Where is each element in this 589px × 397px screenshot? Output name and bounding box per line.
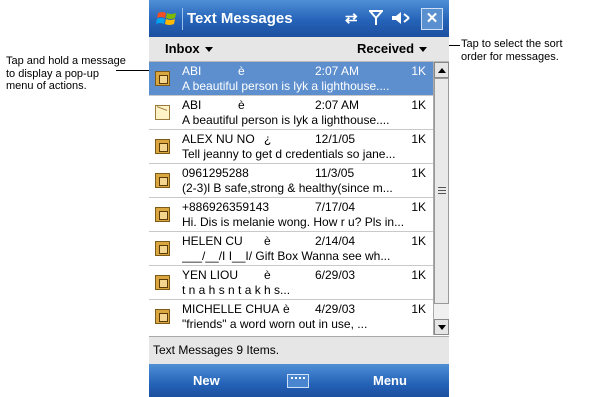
- message-time: 2/14/04: [315, 234, 356, 248]
- message-row[interactable]: HELEN CU è 2/14/04 1K ___/__/I I__I/ Gift B…: [149, 232, 433, 266]
- message-size: 1K: [411, 200, 426, 214]
- sender-name: +886926359143: [182, 200, 270, 214]
- menu-bar: Inbox Received: [149, 37, 449, 62]
- message-time: 4/29/03: [315, 302, 356, 316]
- message-row[interactable]: ALEX NU NO ¿ 12/1/05 1K Tell jeanny to get …: [149, 130, 433, 164]
- message-preview: ___/__/I I__I/ Gift Box Wanna see wh...: [182, 249, 391, 263]
- message-time: 12/1/05: [315, 132, 356, 146]
- sender-name: MICHELLE CHUA: [182, 302, 280, 316]
- grip-line: [438, 190, 446, 191]
- message-preview: (2-3)l B safe,strong & healthy(since m..…: [182, 181, 393, 195]
- sender-mark: è: [264, 234, 271, 248]
- new-button[interactable]: New: [193, 373, 220, 388]
- callout-tap-hold: Tap and hold a message to display a pop-…: [6, 55, 126, 92]
- scroll-up-button[interactable]: [434, 62, 449, 78]
- scroll-down-button[interactable]: [434, 319, 449, 335]
- grip-line: [438, 187, 446, 188]
- message-size: 1K: [411, 268, 426, 282]
- vertical-scrollbar[interactable]: [433, 62, 449, 335]
- sender-mark: ¿: [264, 132, 272, 146]
- message-size: 1K: [411, 64, 426, 78]
- message-time: 2:07 AM: [315, 64, 360, 78]
- message-preview: Hi. Dis is melanie wong. How r u? Pls in…: [182, 215, 405, 229]
- device-screen: Text Messages ⇄ ✕ Inbox Received ABI è 2:0…: [149, 0, 449, 397]
- sender-mark: è: [283, 302, 290, 316]
- envelope-open-icon: [155, 105, 170, 120]
- sms-icon: [155, 207, 170, 222]
- folder-dropdown[interactable]: Inbox: [165, 41, 213, 56]
- message-size: 1K: [411, 302, 426, 316]
- sender-name: 0961295288: [182, 166, 249, 180]
- signal-icon[interactable]: [369, 10, 383, 26]
- sms-icon: [155, 241, 170, 256]
- sender-mark: è: [238, 98, 245, 112]
- sender-name: ABI: [182, 98, 202, 112]
- folder-label: Inbox: [165, 41, 200, 56]
- grip-line: [438, 193, 446, 194]
- message-row[interactable]: 0961295288 11/3/05 1K (2-3)l B safe,strong…: [149, 164, 433, 198]
- sms-icon: [155, 71, 170, 86]
- sender-mark: è: [238, 64, 245, 78]
- callout-sort-order: Tap to select the sort order for message…: [461, 38, 563, 63]
- sender-name: YEN LIOU: [182, 268, 239, 282]
- close-icon: ✕: [425, 10, 439, 27]
- message-time: 7/17/04: [315, 200, 356, 214]
- message-size: 1K: [411, 166, 426, 180]
- scroll-thumb[interactable]: [434, 78, 449, 304]
- message-row[interactable]: ABI è 2:07 AM 1K A beautiful person is lyk …: [149, 96, 433, 130]
- sms-icon: [155, 139, 170, 154]
- chevron-down-icon: [204, 47, 213, 53]
- message-preview: A beautiful person is lyk a lighthouse..…: [182, 79, 390, 93]
- message-row[interactable]: YEN LIOU è 6/29/03 1K t n a h s n t a k h s…: [149, 266, 433, 300]
- title-bar: Text Messages ⇄ ✕: [149, 0, 449, 37]
- arrow-down-icon: [438, 325, 446, 330]
- sender-name: HELEN CU: [182, 234, 243, 248]
- close-button[interactable]: ✕: [421, 8, 443, 30]
- message-size: 1K: [411, 234, 426, 248]
- softkey-bar: New Menu: [149, 364, 449, 397]
- sender-name: ALEX NU NO: [182, 132, 255, 146]
- message-list: ABI è 2:07 AM 1K A beautiful person is lyk …: [149, 62, 433, 335]
- sms-icon: [155, 309, 170, 324]
- keyboard-icon[interactable]: [287, 374, 309, 388]
- message-row[interactable]: +886926359143 7/17/04 1K Hi. Dis is melani…: [149, 198, 433, 232]
- message-size: 1K: [411, 132, 426, 146]
- sort-label: Received: [357, 41, 415, 56]
- message-preview: Tell jeanny to get d credentials so jane…: [182, 147, 396, 161]
- message-size: 1K: [411, 98, 426, 112]
- message-row[interactable]: MICHELLE CHUA è 4/29/03 1K "friends" a word…: [149, 300, 433, 334]
- message-time: 6/29/03: [315, 268, 356, 282]
- message-time: 2:07 AM: [315, 98, 360, 112]
- status-bar: Text Messages 9 Items.: [149, 336, 449, 364]
- sort-dropdown[interactable]: Received: [357, 41, 428, 56]
- message-time: 11/3/05: [315, 166, 355, 180]
- message-preview: t n a h s n t a k h s...: [182, 283, 291, 297]
- sync-icon[interactable]: ⇄: [345, 9, 358, 27]
- sender-mark: è: [264, 268, 271, 282]
- message-preview: "friends" a word worn out in use, ...: [182, 317, 368, 331]
- arrow-up-icon: [438, 68, 446, 73]
- windows-start-icon[interactable]: [155, 9, 179, 29]
- title-separator: [182, 8, 183, 30]
- app-title: Text Messages: [187, 10, 293, 27]
- message-row[interactable]: ABI è 2:07 AM 1K A beautiful person is lyk …: [149, 62, 433, 96]
- chevron-down-icon: [419, 47, 428, 53]
- menu-button[interactable]: Menu: [373, 373, 407, 388]
- speaker-icon[interactable]: [391, 11, 411, 25]
- message-preview: A beautiful person is lyk a lighthouse..…: [182, 113, 390, 127]
- sms-icon: [155, 275, 170, 290]
- sms-icon: [155, 173, 170, 188]
- sender-name: ABI: [182, 64, 202, 78]
